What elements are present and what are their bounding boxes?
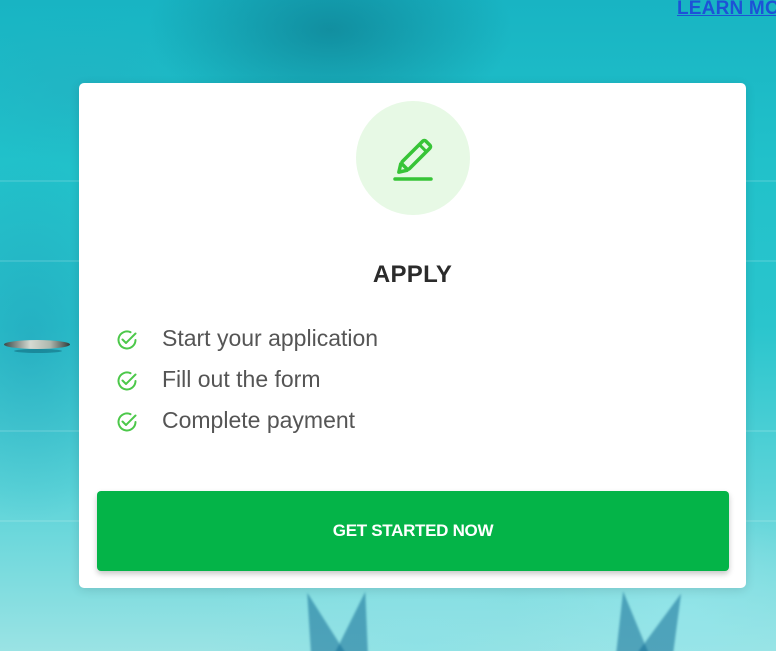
palm-shadow xyxy=(638,586,698,651)
step-label: Start your application xyxy=(162,325,379,351)
apply-card: APPLY Start your application Fill out th… xyxy=(79,83,746,588)
palm-shadow xyxy=(333,588,383,651)
check-circle-icon xyxy=(117,412,137,432)
check-circle-icon xyxy=(117,371,137,391)
page: LEARN MORE APPLY Start your application xyxy=(0,0,780,655)
step-list: Start your application Fill out the form… xyxy=(116,318,378,441)
list-item: Start your application xyxy=(116,318,378,359)
boat-shadow xyxy=(14,349,62,353)
learn-more-link[interactable]: LEARN MORE xyxy=(677,0,776,20)
pencil-icon xyxy=(356,101,470,215)
check-circle-icon xyxy=(117,330,137,350)
list-item: Fill out the form xyxy=(116,359,378,400)
boat-image xyxy=(4,340,70,349)
step-label: Complete payment xyxy=(162,407,356,433)
get-started-button[interactable]: GET STARTED NOW xyxy=(97,491,729,571)
step-label: Fill out the form xyxy=(162,366,321,392)
card-title: APPLY xyxy=(372,261,453,288)
list-item: Complete payment xyxy=(116,400,378,441)
